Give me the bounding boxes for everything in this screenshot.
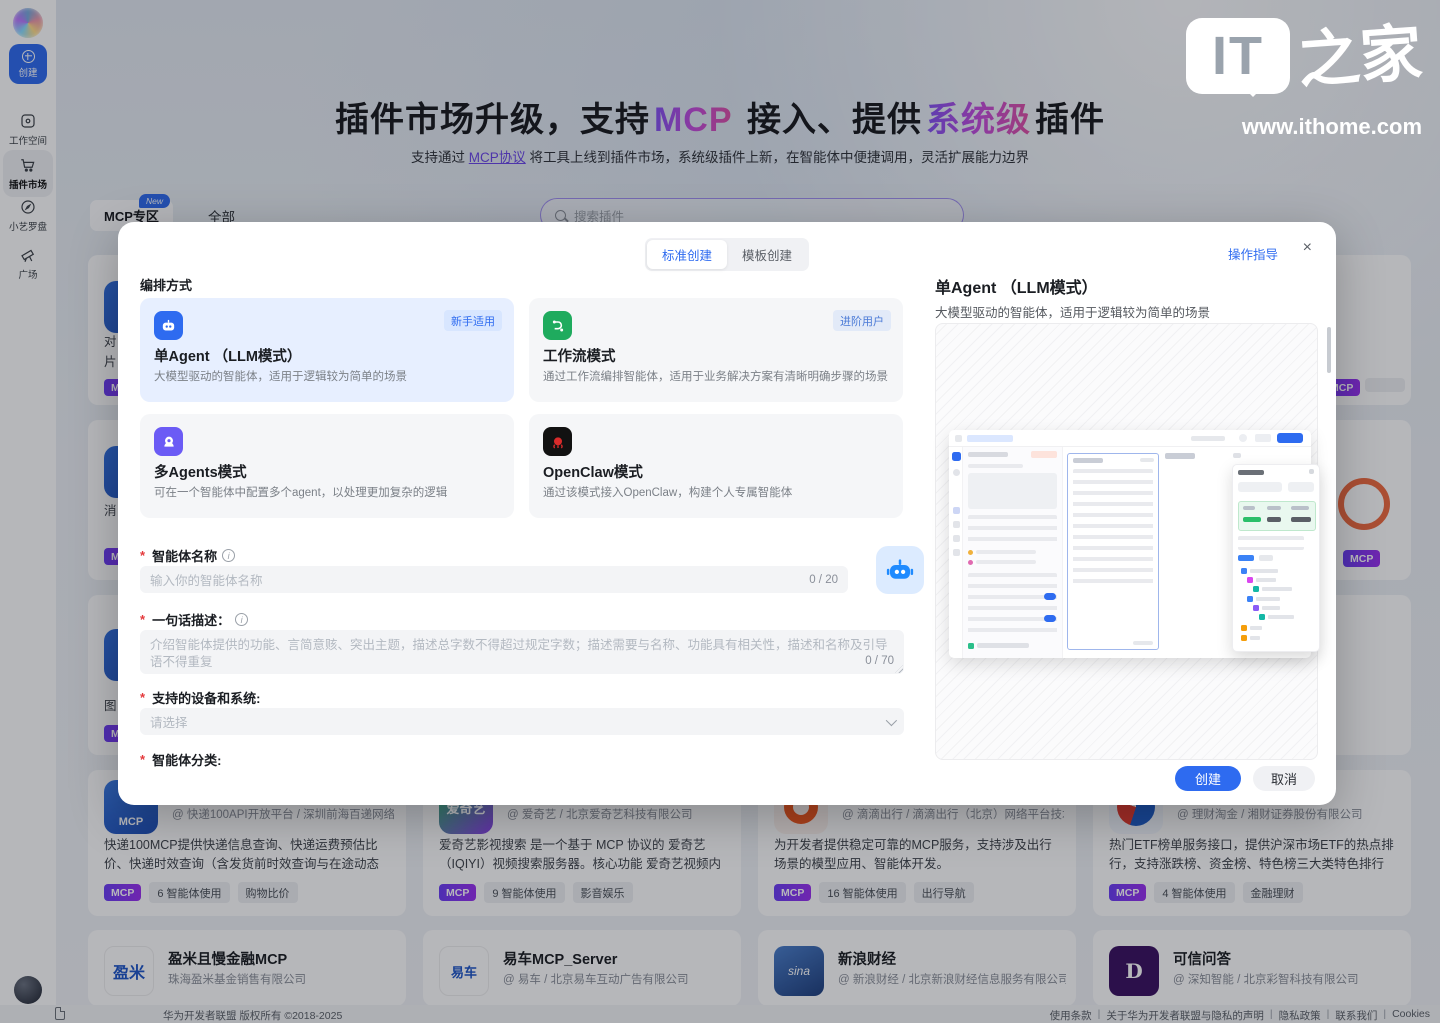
modal-form-column: 编排方式 新手适用 单Agent （LLM模式） 大模型驱动的智能体，适用于逻辑… xyxy=(140,222,904,805)
preview-desc: 大模型驱动的智能体，适用于逻辑较为简单的场景 xyxy=(935,302,1210,321)
cancel-button[interactable]: 取消 xyxy=(1253,766,1315,791)
ithome-logo-suffix: 之家 xyxy=(1295,14,1424,100)
agent-name-input[interactable]: 输入你的智能体名称 0 / 20 xyxy=(140,566,848,593)
chevron-down-icon xyxy=(886,714,897,725)
orchestration-section-label: 编排方式 xyxy=(140,275,192,294)
mode-card-multi-agents[interactable]: 多Agents模式 可在一个智能体中配置多个agent，以处理更加复杂的逻辑 xyxy=(140,414,514,518)
modal-scrollbar[interactable] xyxy=(1327,327,1331,373)
ithome-url: www.ithome.com xyxy=(1186,114,1422,140)
mode-title: 多Agents模式 xyxy=(154,461,247,482)
mode-desc: 通过该模式接入OpenClaw，构建个人专属智能体 xyxy=(543,484,889,500)
preview-debug-panel xyxy=(1232,464,1320,652)
one-line-desc-label: * 一句话描述： i xyxy=(140,610,248,629)
category-label: * 智能体分类: xyxy=(140,750,221,769)
page: 创建 工作空间 插件市场 小艺罗盘 广场 插件市场升级，支持MCP 接入、提供系… xyxy=(0,0,1440,1023)
openclaw-icon xyxy=(543,427,572,456)
device-label: * 支持的设备和系统: xyxy=(140,688,260,707)
workflow-icon xyxy=(543,311,572,340)
mode-desc: 可在一个智能体中配置多个agent，以处理更加复杂的逻辑 xyxy=(154,484,500,500)
advanced-badge: 进阶用户 xyxy=(833,310,891,331)
device-select[interactable]: 请选择 xyxy=(140,708,904,735)
mode-card-workflow[interactable]: 进阶用户 工作流模式 通过工作流编排智能体，适用于业务解决方案有清晰明确步骤的场… xyxy=(529,298,903,402)
robot-avatar-icon xyxy=(885,555,915,585)
agent-name-placeholder: 输入你的智能体名称 xyxy=(150,570,263,589)
name-char-counter: 0 / 20 xyxy=(809,574,838,586)
mode-desc: 通过工作流编排智能体，适用于业务解决方案有清晰明确步骤的场景 xyxy=(543,368,889,384)
beginner-badge: 新手适用 xyxy=(444,310,502,331)
mode-title: OpenClaw模式 xyxy=(543,461,643,482)
mode-card-single-agent[interactable]: 新手适用 单Agent （LLM模式） 大模型驱动的智能体，适用于逻辑较为简单的… xyxy=(140,298,514,402)
mode-title: 工作流模式 xyxy=(543,345,616,366)
desc-placeholder: 介绍智能体提供的功能、言简意赅、突出主题，描述总字数不得超过规定字数；描述需要与… xyxy=(150,638,888,669)
one-line-desc-textarea[interactable]: 介绍智能体提供的功能、言简意赅、突出主题，描述总字数不得超过规定字数；描述需要与… xyxy=(140,630,904,674)
multi-agents-icon xyxy=(154,427,183,456)
resize-grip-icon[interactable] xyxy=(895,665,903,673)
info-icon[interactable]: i xyxy=(222,549,235,562)
ithome-logo-icon: IT xyxy=(1186,18,1290,94)
agent-avatar-button[interactable] xyxy=(876,546,924,594)
create-agent-dialog: 标准创建 模板创建 操作指导 × 编排方式 新手适用 单Agent （LLM模式… xyxy=(118,222,1336,805)
mode-desc: 大模型驱动的智能体，适用于逻辑较为简单的场景 xyxy=(154,368,500,384)
robot-icon xyxy=(154,311,183,340)
modal-preview-column: 单Agent （LLM模式） 大模型驱动的智能体，适用于逻辑较为简单的场景 xyxy=(935,222,1318,805)
create-submit-button[interactable]: 创建 xyxy=(1175,766,1241,791)
ithome-watermark: IT 之家 www.ithome.com xyxy=(1186,18,1422,140)
desc-char-counter: 0 / 70 xyxy=(865,653,894,670)
info-icon[interactable]: i xyxy=(235,613,248,626)
agent-name-label: * 智能体名称 i xyxy=(140,546,235,565)
mode-title: 单Agent （LLM模式） xyxy=(154,345,301,366)
device-placeholder: 请选择 xyxy=(150,712,188,731)
preview-title: 单Agent （LLM模式） xyxy=(935,274,1098,298)
mode-card-openclaw[interactable]: OpenClaw模式 通过该模式接入OpenClaw，构建个人专属智能体 xyxy=(529,414,903,518)
agent-builder-preview xyxy=(935,323,1318,760)
